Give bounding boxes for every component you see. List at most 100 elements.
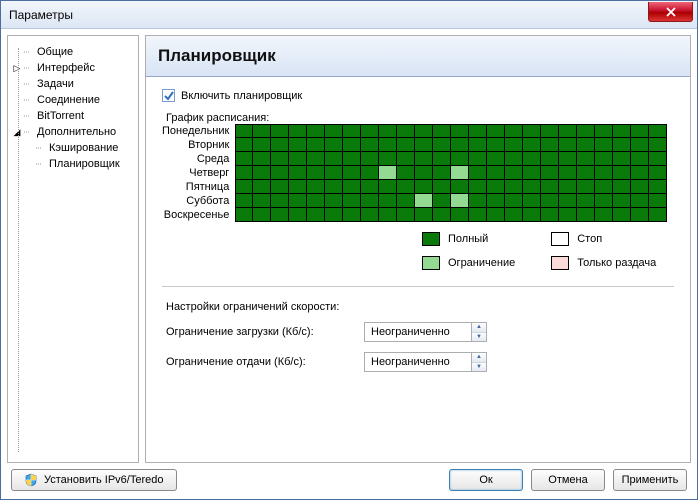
schedule-cell[interactable]: [271, 180, 289, 194]
schedule-cell[interactable]: [235, 180, 253, 194]
schedule-cell[interactable]: [397, 180, 415, 194]
schedule-cell[interactable]: [577, 124, 595, 138]
schedule-cell[interactable]: [595, 124, 613, 138]
schedule-cell[interactable]: [541, 152, 559, 166]
download-limit-input[interactable]: [364, 322, 472, 342]
schedule-cell[interactable]: [469, 138, 487, 152]
schedule-cell[interactable]: [433, 208, 451, 222]
schedule-cell[interactable]: [577, 166, 595, 180]
category-tree[interactable]: Общие▷ИнтерфейсЗадачиСоединениеBitTorren…: [7, 35, 139, 463]
schedule-cell[interactable]: [469, 208, 487, 222]
schedule-cell[interactable]: [325, 138, 343, 152]
schedule-cell[interactable]: [505, 180, 523, 194]
schedule-cell[interactable]: [433, 152, 451, 166]
schedule-cell[interactable]: [595, 180, 613, 194]
schedule-cell[interactable]: [451, 180, 469, 194]
schedule-cell[interactable]: [487, 138, 505, 152]
schedule-cell[interactable]: [613, 124, 631, 138]
schedule-cell[interactable]: [559, 194, 577, 208]
tree-expand-icon[interactable]: ▷: [12, 60, 22, 76]
schedule-cell[interactable]: [559, 138, 577, 152]
schedule-cell[interactable]: [613, 152, 631, 166]
schedule-cell[interactable]: [577, 152, 595, 166]
schedule-cell[interactable]: [343, 138, 361, 152]
schedule-cell[interactable]: [397, 208, 415, 222]
schedule-cell[interactable]: [415, 180, 433, 194]
download-limit-down[interactable]: ▼: [472, 333, 486, 342]
schedule-cell[interactable]: [469, 166, 487, 180]
tree-item[interactable]: Соединение: [12, 92, 134, 108]
schedule-cell[interactable]: [235, 138, 253, 152]
schedule-cell[interactable]: [397, 194, 415, 208]
schedule-cell[interactable]: [631, 124, 649, 138]
schedule-cell[interactable]: [577, 194, 595, 208]
schedule-cell[interactable]: [307, 208, 325, 222]
schedule-cell[interactable]: [325, 166, 343, 180]
schedule-cell[interactable]: [433, 180, 451, 194]
schedule-cell[interactable]: [523, 166, 541, 180]
schedule-cell[interactable]: [613, 180, 631, 194]
schedule-cell[interactable]: [361, 180, 379, 194]
schedule-cell[interactable]: [487, 194, 505, 208]
schedule-cell[interactable]: [271, 124, 289, 138]
schedule-cell[interactable]: [559, 152, 577, 166]
schedule-cell[interactable]: [325, 180, 343, 194]
schedule-cell[interactable]: [289, 124, 307, 138]
tree-item[interactable]: Задачи: [12, 76, 134, 92]
schedule-cell[interactable]: [379, 138, 397, 152]
schedule-cell[interactable]: [379, 152, 397, 166]
schedule-cell[interactable]: [379, 124, 397, 138]
schedule-cell[interactable]: [361, 208, 379, 222]
schedule-cell[interactable]: [379, 208, 397, 222]
download-limit-up[interactable]: ▲: [472, 323, 486, 333]
schedule-cell[interactable]: [433, 138, 451, 152]
schedule-cell[interactable]: [649, 152, 667, 166]
schedule-cell[interactable]: [559, 124, 577, 138]
schedule-cell[interactable]: [415, 124, 433, 138]
schedule-cell[interactable]: [505, 138, 523, 152]
schedule-cell[interactable]: [343, 152, 361, 166]
schedule-cell[interactable]: [235, 124, 253, 138]
enable-scheduler-checkbox[interactable]: [162, 89, 175, 102]
schedule-cell[interactable]: [289, 138, 307, 152]
schedule-cell[interactable]: [415, 138, 433, 152]
schedule-cell[interactable]: [343, 194, 361, 208]
upload-limit-input[interactable]: [364, 352, 472, 372]
schedule-cell[interactable]: [397, 124, 415, 138]
schedule-cell[interactable]: [343, 166, 361, 180]
download-limit-spinner[interactable]: ▲ ▼: [364, 322, 487, 342]
schedule-cell[interactable]: [487, 152, 505, 166]
schedule-cell[interactable]: [289, 166, 307, 180]
schedule-cell[interactable]: [361, 166, 379, 180]
schedule-cell[interactable]: [253, 138, 271, 152]
schedule-cell[interactable]: [307, 166, 325, 180]
tree-item[interactable]: BitTorrent: [12, 108, 134, 124]
schedule-cell[interactable]: [541, 194, 559, 208]
schedule-cell[interactable]: [235, 208, 253, 222]
schedule-cell[interactable]: [505, 208, 523, 222]
schedule-cell[interactable]: [523, 152, 541, 166]
schedule-cell[interactable]: [649, 138, 667, 152]
schedule-cell[interactable]: [361, 138, 379, 152]
schedule-cell[interactable]: [253, 124, 271, 138]
schedule-cell[interactable]: [505, 194, 523, 208]
schedule-cell[interactable]: [253, 208, 271, 222]
schedule-cell[interactable]: [343, 180, 361, 194]
schedule-cell[interactable]: [523, 124, 541, 138]
schedule-cell[interactable]: [397, 166, 415, 180]
schedule-cell[interactable]: [253, 180, 271, 194]
schedule-cell[interactable]: [523, 138, 541, 152]
schedule-cell[interactable]: [613, 194, 631, 208]
schedule-cell[interactable]: [451, 166, 469, 180]
schedule-cell[interactable]: [523, 194, 541, 208]
tree-item[interactable]: ▷Интерфейс: [12, 60, 134, 76]
schedule-cell[interactable]: [307, 138, 325, 152]
schedule-cell[interactable]: [649, 208, 667, 222]
schedule-cell[interactable]: [595, 208, 613, 222]
schedule-cell[interactable]: [577, 208, 595, 222]
schedule-cell[interactable]: [271, 208, 289, 222]
schedule-cell[interactable]: [649, 124, 667, 138]
schedule-cell[interactable]: [577, 180, 595, 194]
schedule-cell[interactable]: [253, 152, 271, 166]
schedule-cell[interactable]: [505, 166, 523, 180]
